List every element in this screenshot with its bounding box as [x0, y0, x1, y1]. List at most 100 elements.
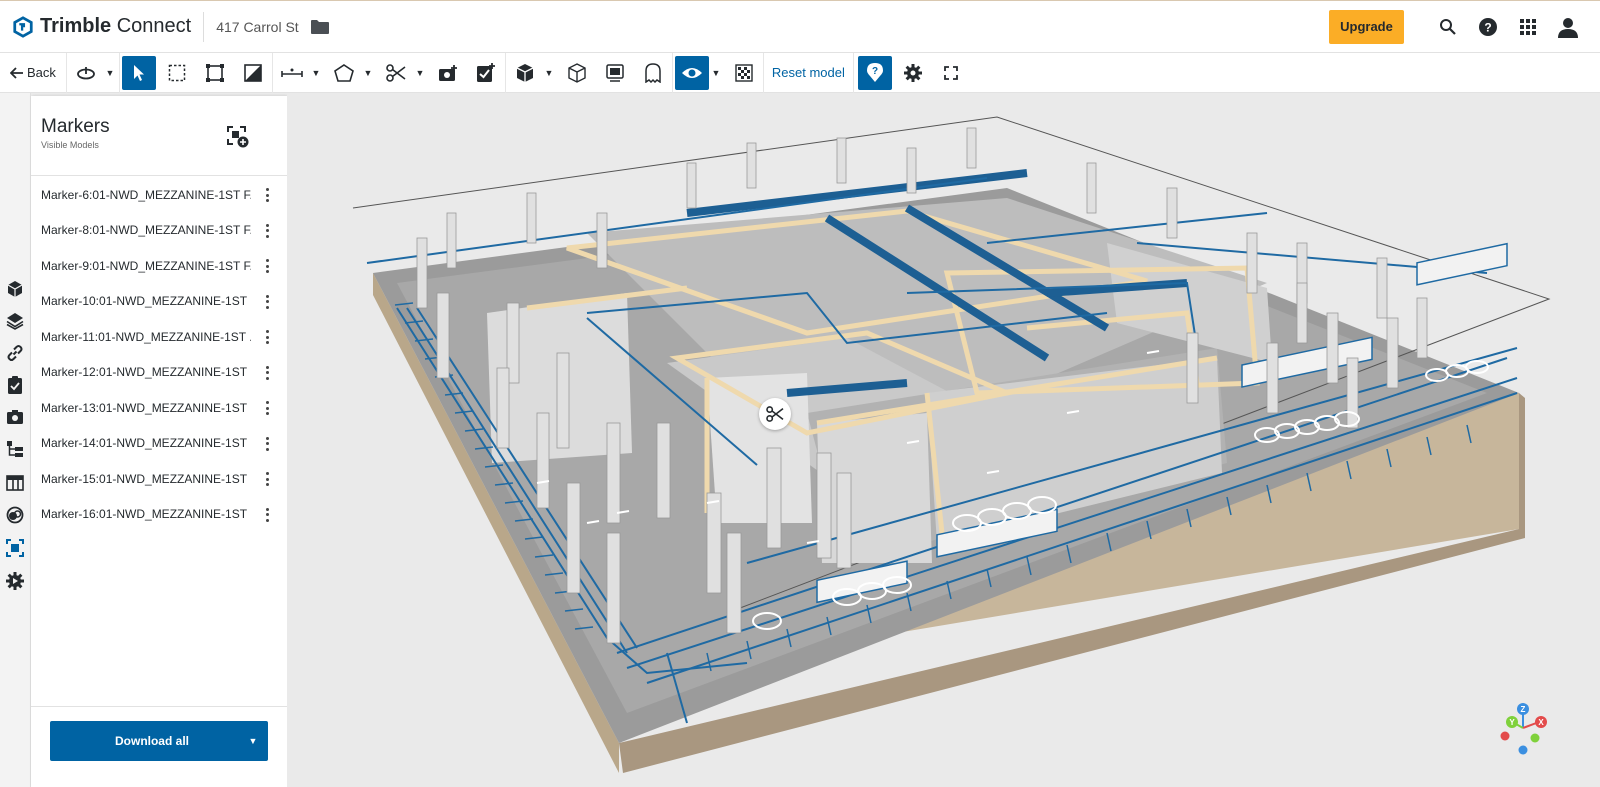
measure-dropdown-caret[interactable]: ▼	[309, 56, 323, 90]
markers-icon[interactable]	[2, 535, 28, 561]
axis-neg-z-icon[interactable]	[1518, 745, 1528, 755]
toolbar-separator	[504, 52, 506, 93]
axis-neg-x-icon[interactable]	[1500, 731, 1510, 741]
axis-z-label: Z	[1521, 705, 1526, 714]
toolbar-separator	[852, 52, 854, 93]
reset-model-button[interactable]: Reset model	[766, 65, 851, 80]
toolbar-separator	[671, 52, 673, 93]
clash-icon[interactable]	[5, 505, 25, 525]
svg-text:?: ?	[1484, 20, 1491, 34]
fullscreen-button[interactable]	[934, 56, 968, 90]
more-options-icon[interactable]	[259, 293, 275, 311]
fit-to-view-button[interactable]	[598, 56, 632, 90]
marker-row[interactable]: Marker-13:01-NWD_MEZZANINE-1ST ...	[31, 390, 287, 426]
box-select-button[interactable]	[160, 56, 194, 90]
building-model[interactable]	[287, 93, 1600, 787]
more-options-icon[interactable]	[259, 364, 275, 382]
brand[interactable]: Trimble Connect	[0, 1, 191, 52]
upgrade-button[interactable]: Upgrade	[1329, 9, 1404, 44]
transparency-button[interactable]	[727, 56, 761, 90]
visibility-dropdown-caret[interactable]: ▼	[709, 56, 723, 90]
visibility-button[interactable]	[674, 55, 709, 90]
folder-icon[interactable]	[310, 19, 329, 34]
toolbar-separator	[271, 52, 273, 93]
apps-grid-icon[interactable]	[1508, 7, 1548, 47]
isolate-button[interactable]	[236, 56, 270, 90]
section-dropdown-caret[interactable]: ▼	[413, 56, 427, 90]
more-options-icon[interactable]	[259, 435, 275, 453]
toolbar-separator	[762, 52, 764, 93]
model-view-dropdown-caret[interactable]: ▼	[542, 56, 556, 90]
more-options-icon[interactable]	[259, 470, 275, 488]
3d-viewport[interactable]: Z Y X	[287, 93, 1600, 787]
section-tool-button[interactable]	[379, 56, 413, 90]
shape-dropdown-caret[interactable]: ▼	[361, 56, 375, 90]
select-tool-button[interactable]	[121, 55, 156, 90]
more-options-icon[interactable]	[259, 328, 275, 346]
more-options-icon[interactable]	[259, 222, 275, 240]
marker-row[interactable]: Marker-6:01-NWD_MEZZANINE-1ST F...	[31, 177, 287, 213]
orbit-tool-button[interactable]	[69, 56, 103, 90]
orbit-dropdown-caret[interactable]: ▼	[103, 56, 117, 90]
download-dropdown-caret[interactable]: ▼	[238, 736, 268, 746]
fullscreen-icon	[943, 65, 958, 80]
bounding-box-icon	[205, 63, 224, 82]
add-todo-button[interactable]	[469, 56, 503, 90]
pointer-icon	[133, 64, 144, 81]
axis-neg-y-icon[interactable]	[1530, 733, 1540, 743]
more-options-icon[interactable]	[259, 506, 275, 524]
navigation-cube[interactable]: Z Y X	[1495, 698, 1551, 758]
settings-button[interactable]	[896, 56, 930, 90]
axis-y-label: Y	[1509, 718, 1515, 727]
marker-label: Marker-14:01-NWD_MEZZANINE-1ST ...	[41, 436, 251, 451]
more-options-icon[interactable]	[259, 257, 275, 275]
arrow-left-icon	[10, 66, 23, 79]
extension-gear-icon[interactable]	[5, 571, 25, 591]
marker-row[interactable]: Marker-15:01-NWD_MEZZANINE-1ST ...	[31, 461, 287, 497]
panel-footer: Download all ▼	[31, 706, 287, 787]
shape-tool-button[interactable]	[327, 56, 361, 90]
user-avatar-icon[interactable]	[1548, 7, 1588, 47]
marker-row[interactable]: Marker-10:01-NWD_MEZZANINE-1ST ...	[31, 284, 287, 320]
camera-icon[interactable]	[5, 407, 25, 427]
download-all-button[interactable]: Download all ▼	[50, 721, 268, 761]
more-options-icon[interactable]	[259, 186, 275, 204]
marker-row[interactable]: Marker-8:01-NWD_MEZZANINE-1ST F...	[31, 213, 287, 249]
section-marker[interactable]	[759, 398, 791, 430]
help-tips-button[interactable]: ?	[857, 55, 892, 90]
ghost-cube-button[interactable]	[560, 56, 594, 90]
more-options-icon[interactable]	[259, 399, 275, 417]
fit-view-icon	[606, 63, 624, 82]
table-icon[interactable]	[5, 473, 25, 493]
box-select-icon	[168, 64, 186, 81]
add-marker-icon[interactable]	[227, 126, 249, 148]
toolbar-separator	[65, 52, 67, 93]
marker-row[interactable]: Marker-12:01-NWD_MEZZANINE-1ST ...	[31, 355, 287, 391]
project-name[interactable]: 417 Carrol St	[216, 19, 298, 35]
link-icon[interactable]	[5, 343, 25, 363]
help-icon[interactable]: ?	[1468, 7, 1508, 47]
measure-icon	[281, 68, 303, 77]
model-view-button[interactable]	[508, 56, 542, 90]
help-marker-icon: ?	[866, 62, 883, 82]
layers-icon[interactable]	[5, 311, 25, 331]
bounding-box-button[interactable]	[198, 56, 232, 90]
hierarchy-icon[interactable]	[5, 439, 25, 459]
panel-title: Markers	[41, 116, 110, 137]
search-icon[interactable]	[1428, 7, 1468, 47]
axis-x-label: X	[1538, 718, 1544, 727]
marker-row[interactable]: Marker-16:01-NWD_MEZZANINE-1ST ...	[31, 497, 287, 533]
markers-panel: Markers Visible Models Marker-6:01-NWD_M…	[31, 96, 287, 787]
measure-tool-button[interactable]	[275, 56, 309, 90]
marker-label: Marker-6:01-NWD_MEZZANINE-1ST F...	[41, 187, 251, 202]
todo-icon[interactable]	[5, 375, 25, 395]
back-button[interactable]: Back	[0, 53, 64, 93]
marker-row[interactable]: Marker-9:01-NWD_MEZZANINE-1ST F...	[31, 248, 287, 284]
marker-row[interactable]: Marker-11:01-NWD_MEZZANINE-1ST ...	[31, 319, 287, 355]
marker-row[interactable]: Marker-14:01-NWD_MEZZANINE-1ST ...	[31, 426, 287, 462]
ghost-mode-button[interactable]	[636, 56, 670, 90]
snapshot-button[interactable]	[431, 56, 465, 90]
orbit-icon	[77, 66, 95, 79]
models-icon[interactable]	[5, 279, 25, 299]
brand-name: Trimble Connect	[40, 15, 192, 37]
